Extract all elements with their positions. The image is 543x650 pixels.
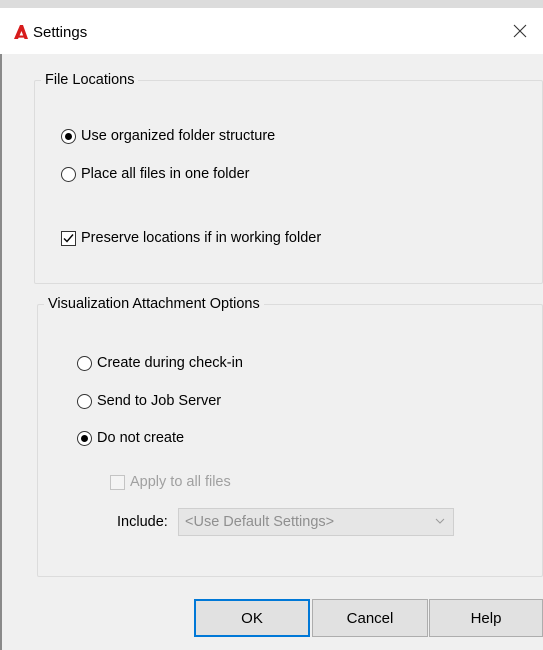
background-window-strip	[0, 0, 543, 8]
include-label: Include:	[117, 514, 168, 530]
checkbox-label: Preserve locations if in working folder	[81, 230, 322, 246]
radio-label: Use organized folder structure	[81, 128, 276, 144]
radio-use-organized-folder[interactable]: Use organized folder structure	[61, 128, 275, 144]
window-left-border	[0, 54, 2, 650]
checkbox-indicator-checked[interactable]	[61, 230, 76, 246]
radio-create-during-checkin[interactable]: Create during check-in	[77, 355, 243, 371]
window-title: Settings	[33, 24, 88, 41]
ok-button[interactable]: OK	[194, 599, 310, 637]
radio-indicator[interactable]	[77, 393, 92, 409]
radio-do-not-create[interactable]: Do not create	[77, 430, 184, 446]
radio-place-all-one-folder[interactable]: Place all files in one folder	[61, 166, 249, 182]
radio-label: Create during check-in	[97, 355, 243, 371]
autodesk-a-icon	[13, 24, 29, 40]
radio-label: Do not create	[97, 430, 185, 446]
radio-label: Place all files in one folder	[81, 166, 250, 182]
chevron-down-icon	[435, 518, 445, 524]
checkbox-preserve-locations[interactable]: Preserve locations if in working folder	[61, 230, 321, 246]
title-bar: Settings	[0, 8, 543, 54]
radio-indicator[interactable]	[61, 166, 76, 182]
cancel-button[interactable]: Cancel	[312, 599, 428, 637]
checkbox-label: Apply to all files	[130, 474, 231, 490]
checkmark-icon	[63, 233, 74, 243]
radio-indicator[interactable]	[77, 355, 92, 371]
include-dropdown-value: <Use Default Settings>	[185, 514, 335, 530]
close-button[interactable]	[497, 8, 543, 54]
radio-indicator-selected[interactable]	[61, 128, 76, 144]
help-button[interactable]: Help	[429, 599, 543, 637]
radio-indicator-selected[interactable]	[77, 430, 92, 446]
radio-label: Send to Job Server	[97, 393, 222, 409]
checkbox-apply-to-all-files[interactable]: Apply to all files	[110, 474, 231, 490]
include-dropdown[interactable]: <Use Default Settings>	[178, 508, 454, 536]
file-locations-legend: File Locations	[45, 72, 135, 88]
radio-send-to-job-server[interactable]: Send to Job Server	[77, 393, 221, 409]
close-icon	[513, 24, 527, 38]
visualization-options-legend: Visualization Attachment Options	[48, 296, 260, 312]
checkbox-indicator-disabled[interactable]	[110, 474, 125, 490]
